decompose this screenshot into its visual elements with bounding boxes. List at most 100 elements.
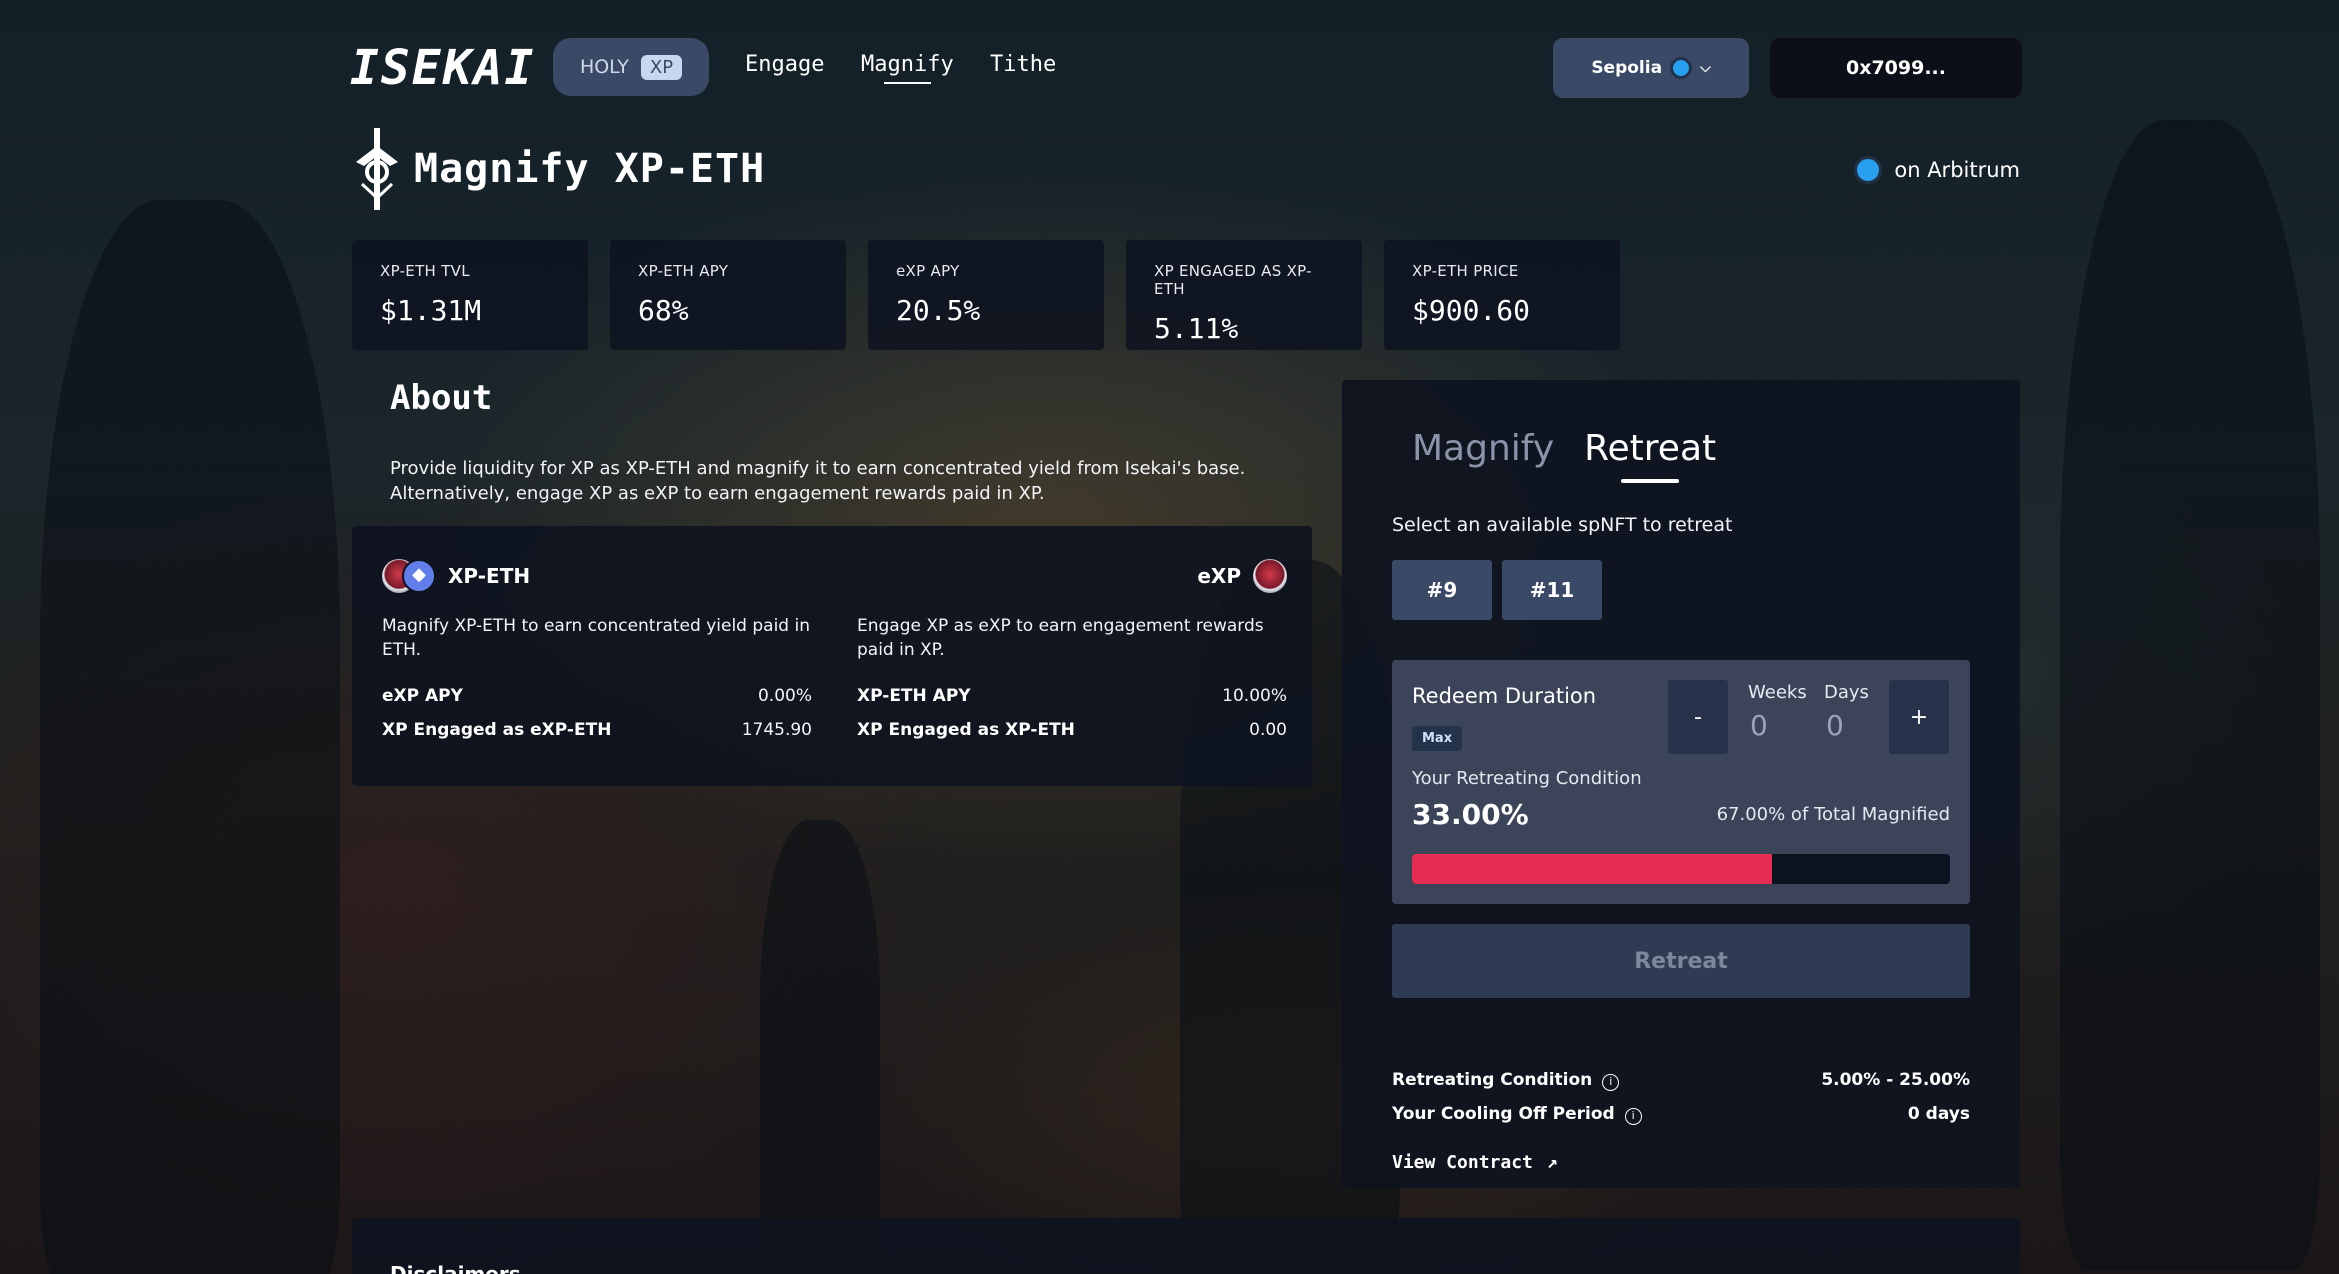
pool-stat-value: 10.00% (1222, 686, 1287, 706)
pool-header: eXP (857, 556, 1287, 596)
xp-token-icon (1253, 559, 1287, 593)
pool-token-icons (382, 559, 436, 593)
info-label: Retreating Condition i (1392, 1070, 1620, 1091)
tab-retreat[interactable]: Retreat (1584, 428, 1716, 483)
pool-stat-label: XP-ETH APY (857, 686, 971, 706)
about-heading: About (390, 378, 493, 418)
stat-value: 20.5% (896, 294, 981, 327)
pool-exp: eXP Engage XP as eXP to earn engagement … (857, 556, 1287, 740)
stat-card-price: XP-ETH PRICE $900.60 (1384, 240, 1620, 350)
nav-link-magnify[interactable]: Magnify (861, 52, 954, 84)
network-label: Sepolia (1591, 58, 1663, 78)
stat-value: 68% (638, 294, 689, 327)
external-link-icon: ↗ (1546, 1152, 1558, 1173)
page-title: Magnify XP-ETH (350, 128, 765, 210)
increase-duration-button[interactable]: + (1889, 680, 1949, 754)
info-icon[interactable]: i (1602, 1074, 1620, 1091)
pool-stat-row: XP Engaged as eXP-ETH 1745.90 (382, 720, 812, 740)
redeem-duration-box: Redeem Duration Max - Weeks 0 Days 0 + Y… (1392, 660, 1970, 904)
pool-stat-value: 1745.90 (741, 720, 812, 740)
isekai-logo[interactable]: ISEKAI (350, 40, 535, 96)
pool-description: Magnify XP-ETH to earn concentrated yiel… (382, 616, 810, 660)
chain-indicator: on Arbitrum (1854, 156, 2020, 184)
info-icon[interactable]: i (1624, 1108, 1642, 1125)
stat-value: $1.31M (380, 294, 482, 327)
stat-card-apy: XP-ETH APY 68% (610, 240, 846, 350)
holy-xp-button[interactable]: HOLY XP (553, 38, 709, 96)
about-line: Provide liquidity for XP as XP-ETH and m… (390, 458, 1246, 479)
holy-label: HOLY (579, 56, 629, 78)
stat-value: $900.60 (1412, 294, 1531, 327)
pool-stat-label: XP Engaged as XP-ETH (857, 720, 1075, 740)
stats-row: XP-ETH TVL $1.31M XP-ETH APY 68% eXP APY… (352, 240, 1620, 350)
pool-xp-eth: XP-ETH Magnify XP-ETH to earn concentrat… (382, 556, 812, 740)
info-value: 0 days (1907, 1104, 1970, 1124)
arbitrum-icon (1854, 156, 1883, 184)
stat-label: XP-ETH TVL (380, 262, 470, 280)
total-magnified-text: 67.00% of Total Magnified (1716, 804, 1950, 825)
tab-magnify[interactable]: Magnify (1412, 428, 1554, 483)
days-field[interactable]: Days 0 (1824, 682, 1869, 742)
weeks-label: Weeks (1748, 682, 1807, 703)
pool-stat-label: eXP APY (382, 686, 463, 706)
pool-stat-value: 0.00% (757, 686, 812, 706)
disclaimer-title: Disclaimers (390, 1262, 521, 1274)
eth-token-icon (402, 559, 436, 593)
stat-card-exp-apy: eXP APY 20.5% (868, 240, 1104, 350)
wallet-button[interactable]: 0x7099... (1770, 38, 2022, 98)
pool-name: eXP (1197, 564, 1241, 588)
nav-link-engage[interactable]: Engage (745, 52, 824, 77)
info-label: Your Cooling Off Period i (1392, 1104, 1642, 1125)
info-value: 5.00% - 25.00% (1821, 1070, 1970, 1090)
arbitrum-icon (1670, 57, 1693, 79)
nft-option-9[interactable]: #9 (1392, 560, 1492, 620)
retreating-condition-value: 33.00% (1412, 798, 1529, 831)
info-row-retreating-condition: Retreating Condition i 5.00% - 25.00% (1392, 1070, 1970, 1091)
pool-card: XP-ETH Magnify XP-ETH to earn concentrat… (352, 526, 1312, 786)
info-row-cooling-off: Your Cooling Off Period i 0 days (1392, 1104, 1970, 1125)
condition-progress-bar (1412, 854, 1950, 884)
max-button[interactable]: Max (1412, 726, 1463, 751)
pool-stat-row: XP-ETH APY 10.00% (857, 686, 1287, 706)
weeks-field[interactable]: Weeks 0 (1748, 682, 1807, 742)
xp-tag: XP (640, 54, 683, 80)
disclaimer-section: Disclaimers (352, 1218, 2020, 1274)
page-title-text: Magnify XP-ETH (414, 146, 766, 192)
pool-name: XP-ETH (448, 564, 531, 588)
stat-label: XP-ETH PRICE (1412, 262, 1519, 280)
pool-stat-row: XP Engaged as XP-ETH 0.00 (857, 720, 1287, 740)
pool-header: XP-ETH (382, 556, 812, 596)
retreat-panel: Magnify Retreat Select an available spNF… (1342, 380, 2020, 1188)
network-selector[interactable]: Sepolia ⌵ (1553, 38, 1749, 98)
days-value: 0 (1826, 709, 1844, 742)
stat-label: XP ENGAGED AS XP-ETH (1154, 262, 1312, 298)
condition-progress-fill (1412, 854, 1773, 884)
about-text: Provide liquidity for XP as XP-ETH and m… (390, 456, 1270, 506)
chain-label: on Arbitrum (1894, 158, 2020, 182)
top-nav: ISEKAI HOLY XP Engage Magnify Tithe Sepo… (350, 36, 2024, 98)
sword-emblem-icon (356, 128, 398, 210)
retreat-button[interactable]: Retreat (1392, 924, 1970, 998)
nft-options: #9 #11 (1392, 560, 1602, 620)
weeks-value: 0 (1750, 709, 1768, 742)
days-label: Days (1824, 682, 1869, 703)
nft-option-11[interactable]: #11 (1502, 560, 1602, 620)
stat-label: eXP APY (896, 262, 960, 280)
select-nft-label: Select an available spNFT to retreat (1392, 514, 1733, 536)
decrease-duration-button[interactable]: - (1668, 680, 1728, 754)
chevron-down-icon: ⌵ (1700, 60, 1711, 76)
stat-card-engaged: XP ENGAGED AS XP-ETH 5.11% (1126, 240, 1362, 350)
pool-stat-row: eXP APY 0.00% (382, 686, 812, 706)
view-contract-link[interactable]: View Contract ↗ (1392, 1152, 1558, 1173)
pool-stat-label: XP Engaged as eXP-ETH (382, 720, 612, 740)
redeem-duration-title: Redeem Duration (1412, 684, 1597, 708)
retreating-condition-label: Your Retreating Condition (1412, 768, 1642, 789)
pool-stat-value: 0.00 (1249, 720, 1287, 740)
about-line: Alternatively, engage XP as eXP to earn … (390, 483, 1045, 504)
panel-tabs: Magnify Retreat (1412, 428, 1716, 483)
view-contract-label: View Contract (1392, 1152, 1533, 1173)
nav-link-tithe[interactable]: Tithe (990, 52, 1056, 77)
stat-value: 5.11% (1154, 312, 1239, 345)
stat-card-tvl: XP-ETH TVL $1.31M (352, 240, 588, 350)
stat-label: XP-ETH APY (638, 262, 729, 280)
